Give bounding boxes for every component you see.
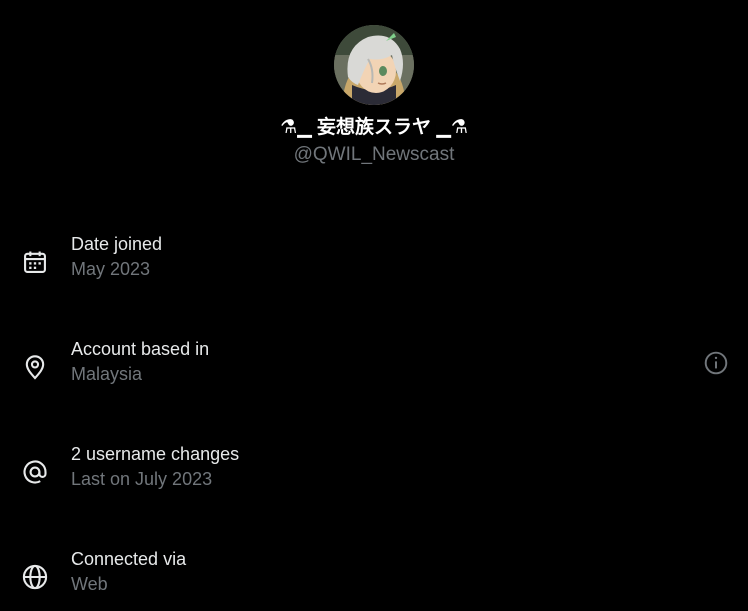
row-subtitle: Web	[71, 574, 108, 594]
row-title: Account based in	[71, 339, 210, 359]
row-title: Connected via	[71, 549, 187, 569]
row-subtitle: Malaysia	[71, 364, 143, 384]
globe-icon	[21, 563, 49, 591]
row-subtitle: May 2023	[71, 259, 151, 279]
connected-via-row: Connected via Web	[0, 547, 748, 607]
at-sign-icon	[21, 458, 49, 486]
info-icon[interactable]	[703, 350, 729, 376]
row-subtitle: Last on July 2023	[71, 469, 213, 489]
username-handle: @QWIL_Newscast	[293, 144, 455, 165]
calendar-icon	[21, 248, 49, 276]
row-title: 2 username changes	[71, 444, 240, 464]
row-title: Date joined	[71, 234, 163, 254]
date-joined-row: Date joined May 2023	[0, 232, 748, 292]
account-based-in-row: Account based in Malaysia	[0, 337, 748, 397]
display-name: ⚗︎▁ 妄想族スラヤ ▁⚗︎	[280, 117, 468, 138]
username-changes-row: 2 username changes Last on July 2023	[0, 442, 748, 502]
avatar[interactable]	[334, 25, 414, 105]
anime-avatar-image	[334, 25, 414, 105]
location-pin-icon	[21, 353, 49, 381]
